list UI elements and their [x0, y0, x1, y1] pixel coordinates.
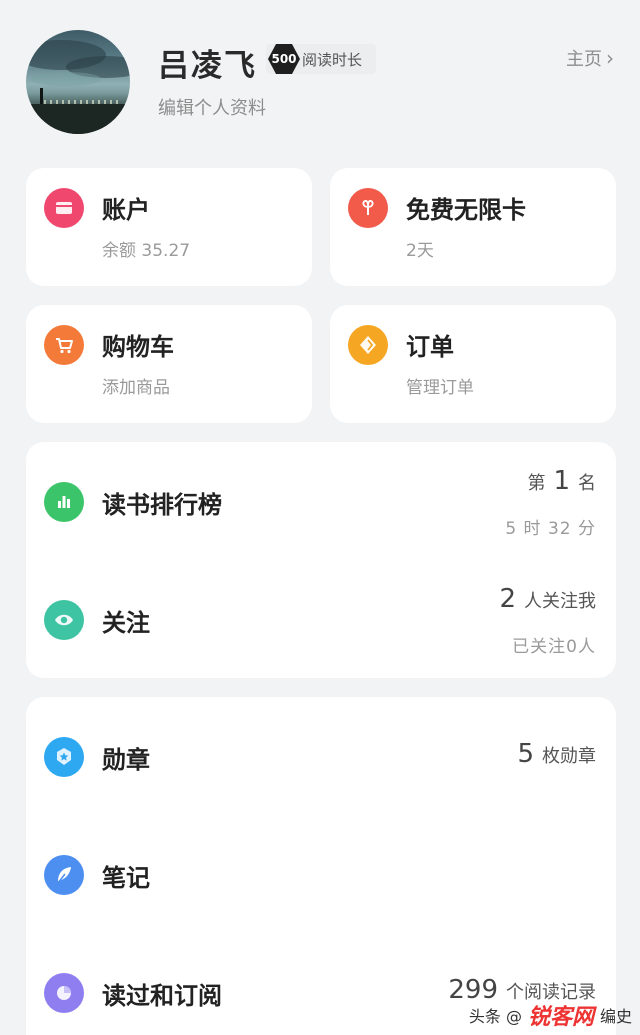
free-card-title: 免费无限卡 [406, 196, 526, 224]
account-balance: 余额 35.27 [102, 241, 191, 261]
cart-icon [44, 325, 84, 365]
avatar[interactable] [26, 30, 130, 134]
rank-suffix: 名 [578, 473, 596, 494]
follow-title: 关注 [102, 609, 150, 637]
watermark: 头条 @ 锐客网 编史 [469, 999, 632, 1031]
feather-icon [44, 855, 84, 895]
free-card-days: 2天 [406, 241, 434, 261]
rank-value: 1 [553, 466, 570, 496]
cart-sub: 添加商品 [102, 378, 170, 398]
home-label: 主页 [566, 49, 602, 70]
bar-chart-icon [44, 482, 84, 522]
stats-card: 读书排行榜 第 1 名 5 时 32 分 关注 2 人关注我 已关注0人 [26, 442, 616, 678]
medals-row[interactable]: 勋章 5 枚勋章 [26, 697, 616, 815]
edit-profile-link[interactable]: 编辑个人资料 [158, 94, 266, 120]
notes-title: 笔记 [102, 864, 150, 892]
watermark-logo: 锐客网 [527, 1005, 594, 1030]
ranking-title: 读书排行榜 [102, 491, 222, 519]
followers: 2 人关注我 [499, 584, 596, 614]
ranking-row[interactable]: 读书排行榜 第 1 名 5 时 32 分 [26, 442, 616, 560]
rank-prefix: 第 [527, 473, 546, 494]
home-link[interactable]: 主页 › [566, 45, 614, 71]
watermark-suffix: 编史 [599, 1007, 632, 1026]
medals-count-group: 5 枚勋章 [517, 739, 596, 769]
profile-page: 吕凌飞 500 阅读时长 编辑个人资料 主页 › 账户 余额 35.27 免费无… [0, 0, 640, 1035]
followers-label: 人关注我 [524, 591, 596, 612]
chevron-right-icon: › [606, 46, 614, 70]
pie-icon [44, 973, 84, 1013]
records-card: 勋章 5 枚勋章 笔记 读过和订阅 299 个阅读记录 [26, 697, 616, 1035]
followers-count: 2 [499, 584, 516, 614]
cart-card[interactable]: 购物车 添加商品 [26, 305, 312, 423]
medals-title: 勋章 [102, 746, 150, 774]
reading-time: 5 时 32 分 [505, 519, 596, 539]
level-label: 阅读时长 [302, 50, 363, 69]
cart-title: 购物车 [102, 333, 174, 361]
follow-row[interactable]: 关注 2 人关注我 已关注0人 [26, 560, 616, 678]
orders-card[interactable]: 订单 管理订单 [330, 305, 616, 423]
level-hex-icon: 500 [268, 43, 300, 75]
read-history-title: 读过和订阅 [102, 982, 222, 1010]
notes-row[interactable]: 笔记 [26, 815, 616, 933]
account-card[interactable]: 账户 余额 35.27 [26, 168, 312, 286]
user-name[interactable]: 吕凌飞 [158, 40, 257, 85]
eye-icon [44, 600, 84, 640]
reading-level-badge[interactable]: 500 阅读时长 [266, 43, 377, 75]
wallet-icon [44, 188, 84, 228]
ranking-rank: 第 1 名 [527, 466, 596, 496]
orders-sub: 管理订单 [406, 378, 474, 398]
sprout-icon [348, 188, 388, 228]
order-icon [348, 325, 388, 365]
medals-label: 枚勋章 [542, 746, 596, 767]
free-card-card[interactable]: 免费无限卡 2天 [330, 168, 616, 286]
medals-count: 5 [517, 739, 534, 769]
watermark-prefix: 头条 @ [468, 1007, 522, 1026]
following-count: 已关注0人 [512, 637, 596, 657]
orders-title: 订单 [406, 333, 454, 361]
account-title: 账户 [102, 196, 150, 224]
medal-icon [44, 737, 84, 777]
